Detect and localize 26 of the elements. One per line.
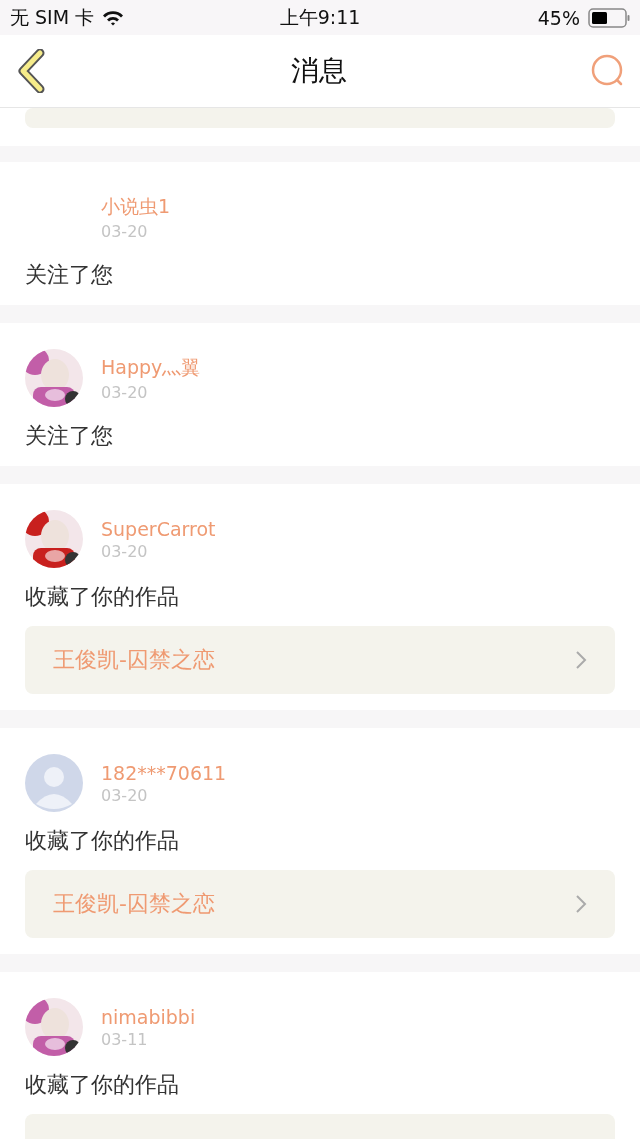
message-date: 03-20 xyxy=(101,382,149,402)
message-text: 关注了您 xyxy=(25,261,114,289)
user-name[interactable]: Happy灬翼 xyxy=(101,354,201,381)
clock-text: 上午9:11 xyxy=(279,4,361,30)
avatar-icon xyxy=(25,754,83,812)
work-card[interactable]: 王俊凯-囚禁之恋 xyxy=(25,626,615,694)
carrier-text: 无 SIM 卡 xyxy=(10,4,95,30)
user-name[interactable]: SuperCarrot xyxy=(101,517,216,540)
wifi-icon xyxy=(102,9,125,26)
message-date: 03-20 xyxy=(101,221,149,241)
message-text: 收藏了你的作品 xyxy=(25,583,180,611)
message-text: 收藏了你的作品 xyxy=(25,827,180,855)
message-text: 收藏了你的作品 xyxy=(25,1071,180,1099)
user-name[interactable]: 182***70611 xyxy=(101,761,227,784)
user-name[interactable]: nimabibbi xyxy=(101,1005,196,1028)
message-date: 03-20 xyxy=(101,785,149,805)
battery-icon xyxy=(588,7,630,28)
work-card[interactable]: 王俊凯-囚禁之恋 xyxy=(25,870,615,938)
user-name[interactable]: 小说虫1 xyxy=(101,193,171,220)
message-date: 03-11 xyxy=(101,1029,149,1049)
message-date: 03-20 xyxy=(101,541,149,561)
message-text: 关注了您 xyxy=(25,422,114,450)
chevron-right-icon xyxy=(575,894,587,914)
page-title: 消息 xyxy=(291,53,347,89)
chevron-right-icon xyxy=(575,650,587,670)
battery-percent: 45% xyxy=(537,6,580,29)
